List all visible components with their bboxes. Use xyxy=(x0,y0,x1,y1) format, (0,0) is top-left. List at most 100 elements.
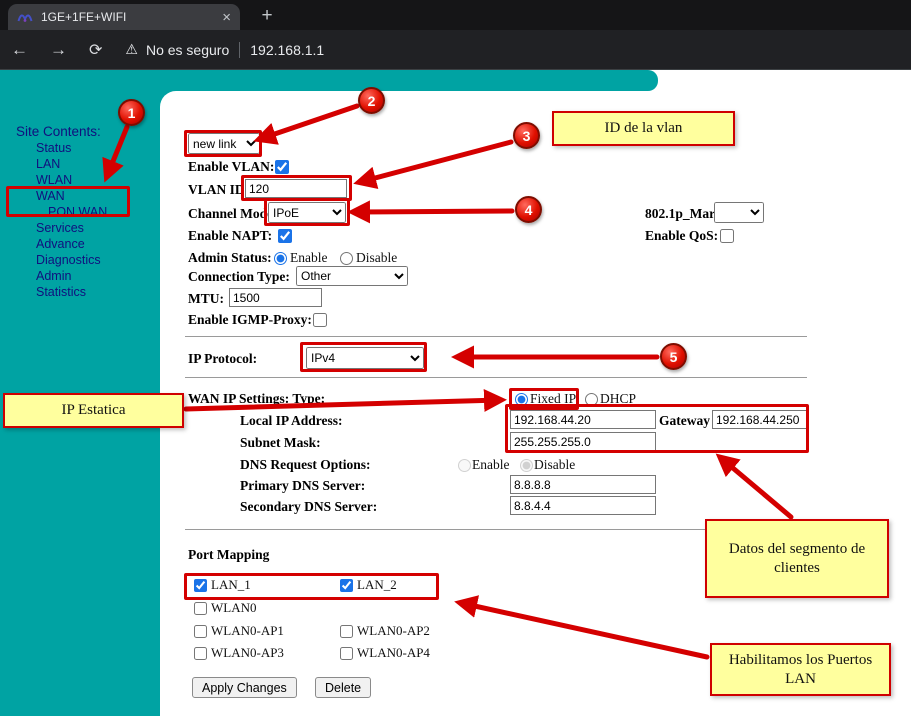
admin-disable-radio[interactable] xyxy=(340,252,353,265)
sidebar-item-advance[interactable]: Advance xyxy=(36,237,85,251)
sidebar-item-status[interactable]: Status xyxy=(36,141,71,155)
port-mapping-title: Port Mapping xyxy=(188,547,269,563)
apply-changes-button[interactable]: Apply Changes xyxy=(192,677,297,698)
port-lan2[interactable]: LAN_2 xyxy=(340,577,397,593)
wan-ip-type-label: WAN IP Settings: Type: xyxy=(188,391,325,407)
back-icon[interactable]: ← xyxy=(11,40,28,60)
dns-disable-label: Disable xyxy=(534,457,575,473)
ip-protocol-select[interactable]: IPv4 xyxy=(306,347,424,369)
site-favicon-icon xyxy=(17,9,33,25)
top-teal-strip xyxy=(0,70,658,91)
sidebar-item-lan[interactable]: LAN xyxy=(36,157,60,171)
igmp-proxy-label: Enable IGMP-Proxy: xyxy=(188,312,312,328)
url-text[interactable]: 192.168.1.1 xyxy=(250,42,324,58)
local-ip-input[interactable] xyxy=(510,410,656,429)
wlan0-checkbox[interactable] xyxy=(194,602,207,615)
channel-mode-select[interactable]: IPoE xyxy=(268,202,346,223)
sidebar-item-admin[interactable]: Admin xyxy=(36,269,71,283)
lan1-checkbox[interactable] xyxy=(194,579,207,592)
wlan0-label: WLAN0 xyxy=(211,600,257,616)
browser-tab[interactable]: 1GE+1FE+WIFI × xyxy=(8,4,240,30)
tab-close-icon[interactable]: × xyxy=(222,10,231,25)
security-label[interactable]: No es seguro xyxy=(146,42,229,58)
local-ip-label: Local IP Address: xyxy=(240,413,343,429)
connection-type-label: Connection Type: xyxy=(188,269,290,285)
enable-vlan-checkbox[interactable] xyxy=(275,160,289,174)
site-contents-title: Site Contents: xyxy=(16,124,101,139)
igmp-proxy-checkbox[interactable] xyxy=(313,313,327,327)
screen: 1GE+1FE+WIFI × + ← → ⟳ ⚠ No es seguro 19… xyxy=(0,0,911,716)
address-bar[interactable]: ⚠ No es seguro 192.168.1.1 xyxy=(125,41,324,58)
port-wlan0-ap3[interactable]: WLAN0-AP3 xyxy=(194,645,284,661)
gateway-label: Gateway : xyxy=(659,413,718,429)
sidebar-item-wan[interactable]: WAN xyxy=(36,189,65,203)
wlan0-ap2-label: WLAN0-AP2 xyxy=(357,623,430,639)
dhcp-radio[interactable] xyxy=(585,393,598,406)
admin-enable-radio[interactable] xyxy=(274,252,287,265)
annotation-badge-5: 5 xyxy=(660,343,687,370)
vlan-id-label: VLAN ID: xyxy=(188,182,249,198)
dns-disable-radio[interactable] xyxy=(520,459,533,472)
wlan0-ap1-checkbox[interactable] xyxy=(194,625,207,638)
port-lan1[interactable]: LAN_1 xyxy=(194,577,251,593)
port-wlan0[interactable]: WLAN0 xyxy=(194,600,257,616)
wlan0-ap4-checkbox[interactable] xyxy=(340,647,353,660)
divider xyxy=(185,336,807,337)
annotation-badge-3: 3 xyxy=(513,122,540,149)
admin-disable-label: Disable xyxy=(356,250,397,266)
browser-toolbar: ← → ⟳ ⚠ No es seguro 192.168.1.1 xyxy=(0,30,911,70)
dns-enable-radio[interactable] xyxy=(458,459,471,472)
lan2-label: LAN_2 xyxy=(357,577,397,593)
ip-protocol-label: IP Protocol: xyxy=(188,351,257,367)
p-mark-label: 802.1p_Mark xyxy=(645,206,723,222)
wlan0-ap3-label: WLAN0-AP3 xyxy=(211,645,284,661)
gateway-input[interactable] xyxy=(712,410,807,429)
mtu-label: MTU: xyxy=(188,291,224,307)
link-select[interactable]: new link xyxy=(188,133,260,154)
secondary-dns-label: Secondary DNS Server: xyxy=(240,499,377,515)
reload-icon[interactable]: ⟳ xyxy=(89,40,102,60)
forward-icon[interactable]: → xyxy=(50,40,67,60)
delete-button[interactable]: Delete xyxy=(315,677,371,698)
new-tab-button[interactable]: + xyxy=(254,3,280,29)
divider xyxy=(185,377,807,378)
not-secure-warning-icon: ⚠ xyxy=(125,41,138,58)
admin-status-label: Admin Status: xyxy=(188,250,272,266)
mtu-input[interactable] xyxy=(229,288,322,307)
enable-napt-checkbox[interactable] xyxy=(278,229,292,243)
sidebar-item-statistics[interactable]: Statistics xyxy=(36,285,86,299)
sidebar-item-services[interactable]: Services xyxy=(36,221,84,235)
enable-napt-label: Enable NAPT: xyxy=(188,228,272,244)
secondary-dns-input[interactable] xyxy=(510,496,656,515)
subnet-mask-input[interactable] xyxy=(510,432,656,451)
tab-title: 1GE+1FE+WIFI xyxy=(41,10,214,24)
connection-type-select[interactable]: Other xyxy=(296,266,408,286)
annotation-badge-1: 1 xyxy=(118,99,145,126)
primary-dns-label: Primary DNS Server: xyxy=(240,478,365,494)
dns-request-label: DNS Request Options: xyxy=(240,457,371,473)
primary-dns-input[interactable] xyxy=(510,475,656,494)
subnet-mask-label: Subnet Mask: xyxy=(240,435,321,451)
p-mark-select[interactable] xyxy=(714,202,764,223)
fixed-ip-radio[interactable] xyxy=(515,393,528,406)
sidebar-item-pon-wan[interactable]: PON WAN xyxy=(48,205,107,219)
port-wlan0-ap2[interactable]: WLAN0-AP2 xyxy=(340,623,430,639)
callout-static-ip: IP Estatica xyxy=(3,393,184,428)
port-wlan0-ap4[interactable]: WLAN0-AP4 xyxy=(340,645,430,661)
admin-enable-label: Enable xyxy=(290,250,327,266)
wlan0-ap1-label: WLAN0-AP1 xyxy=(211,623,284,639)
sidebar-item-diagnostics[interactable]: Diagnostics xyxy=(36,253,101,267)
enable-qos-checkbox[interactable] xyxy=(720,229,734,243)
lan2-checkbox[interactable] xyxy=(340,579,353,592)
annotation-badge-2: 2 xyxy=(358,87,385,114)
vlan-id-input[interactable] xyxy=(245,179,347,198)
lan1-label: LAN_1 xyxy=(211,577,251,593)
port-wlan0-ap1[interactable]: WLAN0-AP1 xyxy=(194,623,284,639)
sidebar-item-wlan[interactable]: WLAN xyxy=(36,173,72,187)
wlan0-ap3-checkbox[interactable] xyxy=(194,647,207,660)
dns-enable-label: Enable xyxy=(472,457,509,473)
callout-ports: Habilitamos los Puertos LAN xyxy=(710,643,891,696)
enable-qos-label: Enable QoS: xyxy=(645,228,718,244)
browser-tab-strip: 1GE+1FE+WIFI × + xyxy=(0,0,911,30)
wlan0-ap2-checkbox[interactable] xyxy=(340,625,353,638)
